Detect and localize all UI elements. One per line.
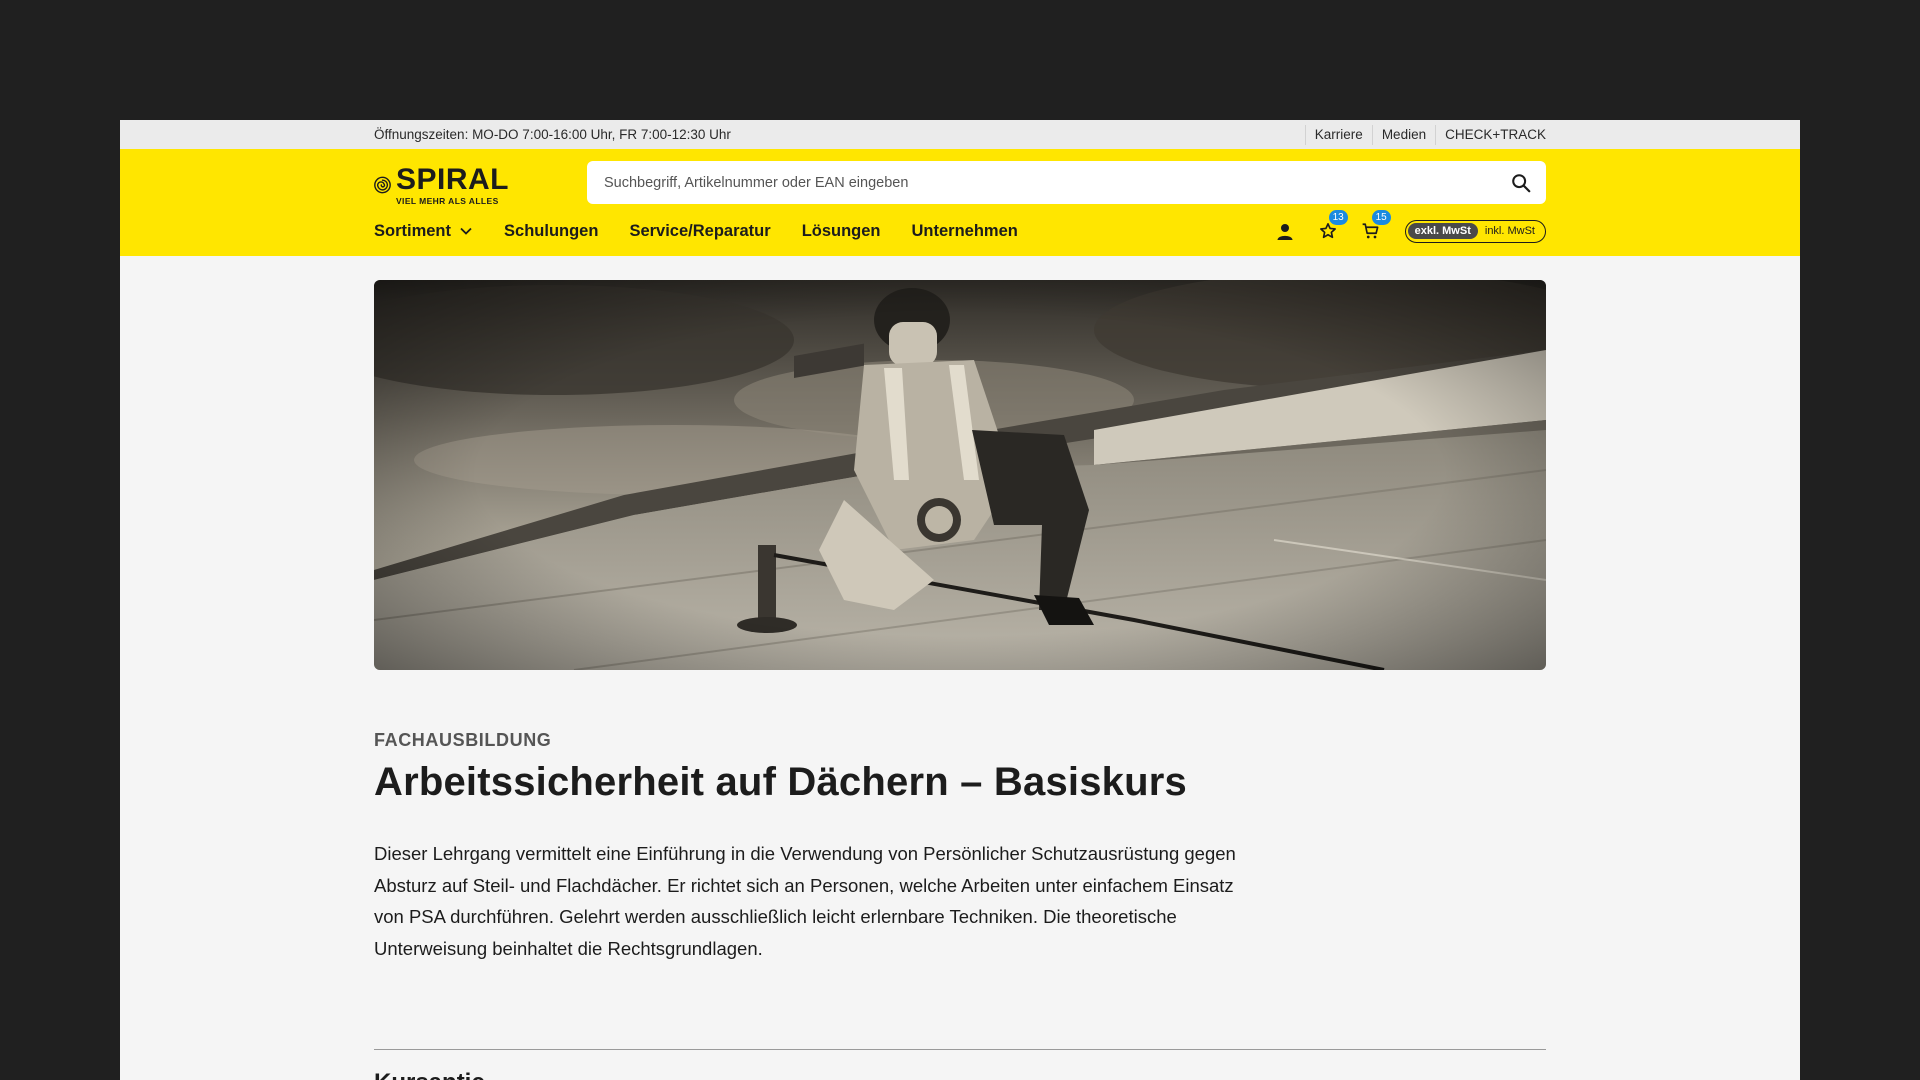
user-icon xyxy=(1277,223,1293,240)
search-icon[interactable] xyxy=(1510,172,1532,194)
tax-exclusive-option[interactable]: exkl. MwSt xyxy=(1407,223,1478,239)
nav-schulungen[interactable]: Schulungen xyxy=(504,222,598,241)
search-bar xyxy=(587,161,1546,204)
wishlist-count-badge: 13 xyxy=(1328,210,1348,225)
logo-name: SPIRAL xyxy=(395,162,509,196)
spiral-logo-icon xyxy=(374,176,391,194)
wishlist-button[interactable]: 13 xyxy=(1317,210,1348,242)
header-actions: 13 15 exkl. MwSt inkl. MwSt xyxy=(1274,210,1546,243)
tax-inclusive-option[interactable]: inkl. MwSt xyxy=(1478,223,1543,239)
section-divider xyxy=(374,1049,1546,1050)
logo-tagline: VIEL MEHR ALS ALLES xyxy=(395,195,499,206)
hero-image xyxy=(374,280,1546,670)
chevron-down-icon xyxy=(460,227,472,235)
link-medien[interactable]: Medien xyxy=(1371,124,1426,145)
course-category: FACHAUSBILDUNG xyxy=(374,730,552,750)
course-description: Dieser Lehrgang vermittelt eine Einführu… xyxy=(374,843,1236,959)
logo[interactable]: SPIRAL VIEL MEHR ALS ALLES xyxy=(374,163,509,207)
next-section-heading: Kursantic... xyxy=(374,1069,505,1080)
top-info-bar: Öffnungszeiten: MO-DO 7:00-16:00 Uhr, FR… xyxy=(120,120,1800,149)
browser-page: Öffnungszeiten: MO-DO 7:00-16:00 Uhr, FR… xyxy=(120,120,1800,1080)
link-karriere[interactable]: Karriere xyxy=(1304,124,1363,145)
nav-loesungen[interactable]: Lösungen xyxy=(802,222,881,241)
top-links: Karriere Medien CHECK+TRACK xyxy=(1296,120,1546,149)
main-header: SPIRAL VIEL MEHR ALS ALLES Sortiment xyxy=(120,149,1800,256)
nav-sortiment[interactable]: Sortiment xyxy=(374,222,473,241)
opening-hours: Öffnungszeiten: MO-DO 7:00-16:00 Uhr, FR… xyxy=(374,127,731,142)
course-title: Arbeitssicherheit auf Dächern – Basiskur… xyxy=(374,760,1187,804)
cart-button[interactable]: 15 xyxy=(1360,210,1391,242)
cart-count-badge: 15 xyxy=(1371,210,1391,225)
search-input[interactable] xyxy=(604,174,1484,191)
nav-unternehmen[interactable]: Unternehmen xyxy=(912,222,1018,241)
nav-service-reparatur[interactable]: Service/Reparatur xyxy=(629,222,770,241)
main-nav: Sortiment Schulungen Service/Reparatur L… xyxy=(374,219,1049,243)
tax-toggle[interactable]: exkl. MwSt inkl. MwSt xyxy=(1404,219,1546,243)
nav-sortiment-label: Sortiment xyxy=(374,221,452,240)
link-check-track[interactable]: CHECK+TRACK xyxy=(1435,124,1546,145)
account-button[interactable] xyxy=(1274,220,1296,242)
